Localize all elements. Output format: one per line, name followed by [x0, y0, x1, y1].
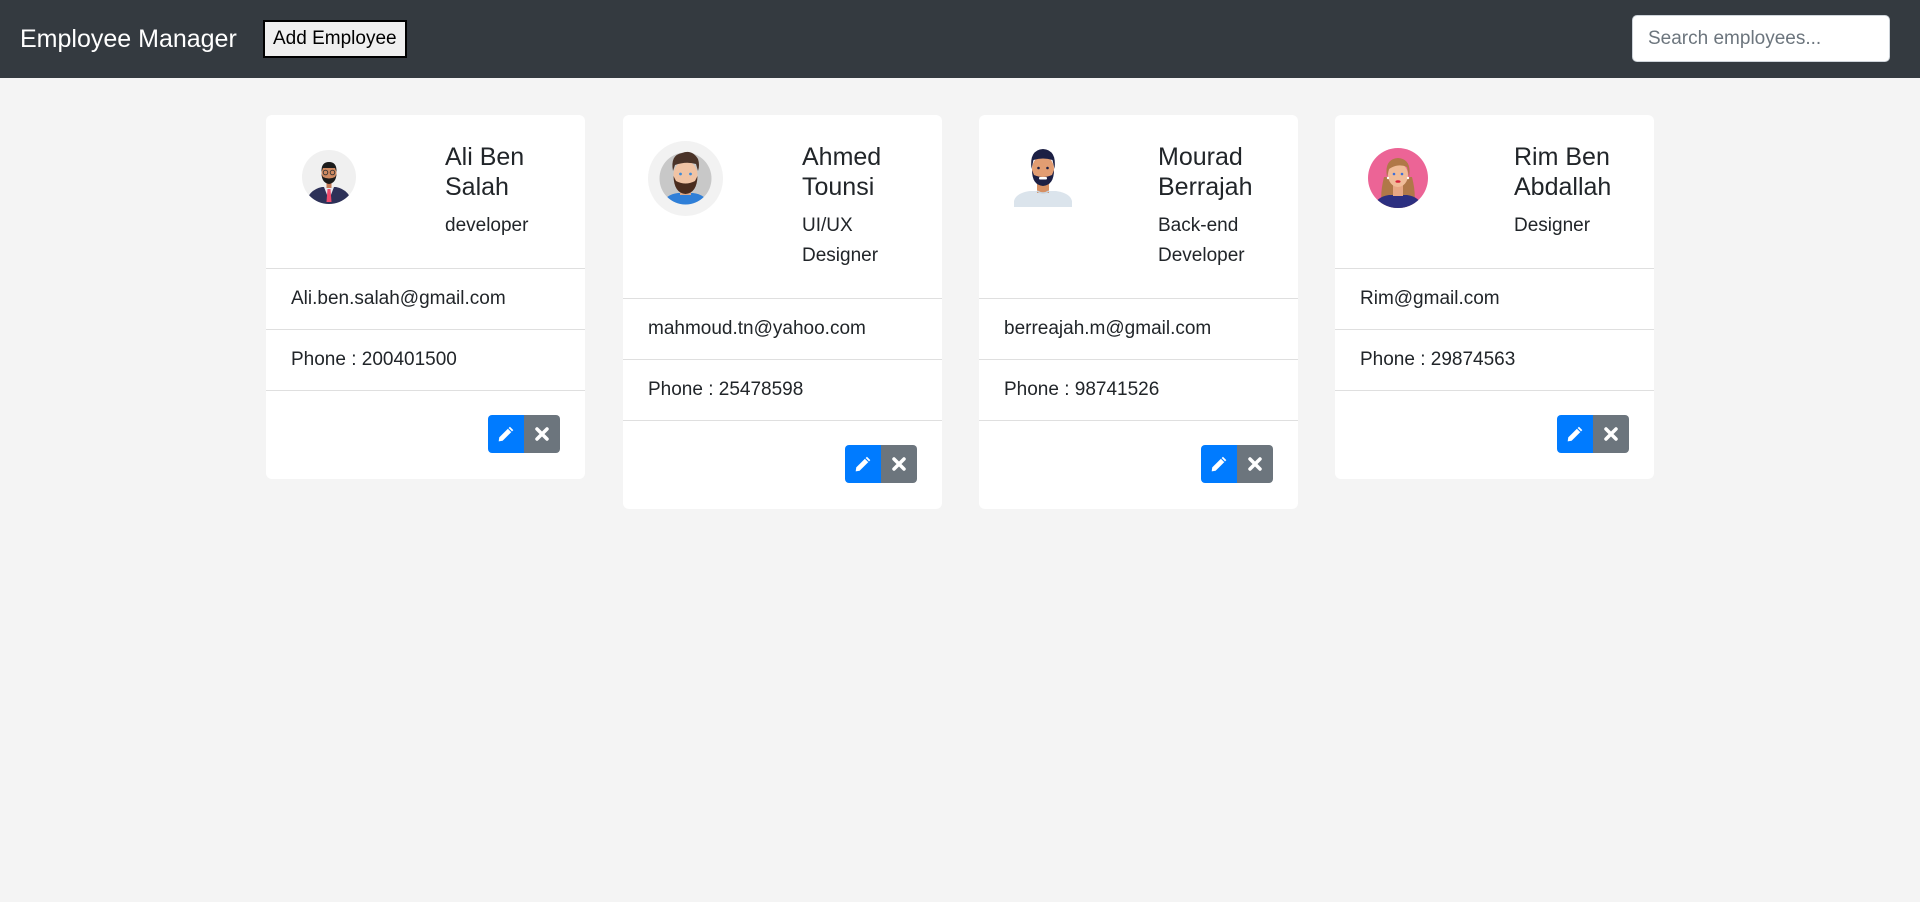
employee-role: Designer: [1514, 215, 1591, 236]
close-icon: [1604, 427, 1618, 441]
card-header: Rim Ben Abdallah Designer: [1335, 115, 1654, 268]
edit-button[interactable]: [1201, 445, 1237, 483]
employee-phone: Phone : 29874563: [1360, 349, 1516, 370]
avatar: [648, 141, 723, 221]
card-actions: [623, 421, 942, 509]
card-actions: [266, 391, 585, 479]
action-button-group: [1201, 445, 1273, 483]
avatar: [1012, 145, 1074, 212]
employee-card: Ali Ben Salah developer Ali.ben.salah@gm…: [266, 115, 585, 479]
employee-phone: Phone : 98741526: [1004, 379, 1160, 400]
search-input[interactable]: [1632, 15, 1890, 62]
woman-avatar-icon: [1368, 148, 1428, 208]
employee-email: Rim@gmail.com: [1360, 288, 1500, 309]
pencil-icon: [1567, 426, 1583, 442]
card-header: Ali Ben Salah developer: [266, 115, 585, 268]
edit-button[interactable]: [488, 415, 524, 453]
employee-name: Ali Ben Salah: [445, 143, 525, 201]
employee-name: Rim Ben Abdallah: [1514, 143, 1612, 201]
pencil-icon: [498, 426, 514, 442]
employee-role: developer: [445, 215, 529, 236]
pencil-icon: [1211, 456, 1227, 472]
employee-phone: Phone : 25478598: [648, 379, 804, 400]
card-actions: [1335, 391, 1654, 479]
delete-button[interactable]: [1237, 445, 1273, 483]
pencil-icon: [855, 456, 871, 472]
delete-button[interactable]: [1593, 415, 1629, 453]
action-button-group: [1557, 415, 1629, 453]
action-button-group: [845, 445, 917, 483]
employee-role: UI/UX Designer: [802, 215, 879, 266]
card-header: Ahmed Tounsi UI/UX Designer: [623, 115, 942, 298]
card-header: Mourad Berrajah Back-end Developer: [979, 115, 1298, 298]
employee-name: Ahmed Tounsi: [802, 143, 882, 201]
employee-email: mahmoud.tn@yahoo.com: [648, 318, 866, 339]
man-suit-glasses-avatar-icon: [302, 150, 356, 204]
avatar: [302, 150, 356, 209]
brand-title[interactable]: Employee Manager: [20, 22, 237, 56]
close-icon: [1248, 457, 1262, 471]
employee-role: Back-end Developer: [1158, 215, 1245, 266]
delete-button[interactable]: [524, 415, 560, 453]
close-icon: [535, 427, 549, 441]
employee-card: Mourad Berrajah Back-end Developer berre…: [979, 115, 1298, 509]
add-employee-button[interactable]: Add Employee: [263, 20, 407, 58]
delete-button[interactable]: [881, 445, 917, 483]
employee-card: Rim Ben Abdallah Designer Rim@gmail.com …: [1335, 115, 1654, 479]
employee-email: Ali.ben.salah@gmail.com: [291, 288, 506, 309]
avatar: [1367, 147, 1429, 214]
edit-button[interactable]: [1557, 415, 1593, 453]
bearded-man-avatar-icon: [648, 141, 723, 216]
action-button-group: [488, 415, 560, 453]
card-actions: [979, 421, 1298, 509]
close-icon: [892, 457, 906, 471]
employee-phone: Phone : 200401500: [291, 349, 457, 370]
man-beard-tshirt-avatar-icon: [1014, 149, 1072, 207]
employee-email: berreajah.m@gmail.com: [1004, 318, 1212, 339]
navbar: Employee Manager Add Employee: [0, 0, 1920, 78]
edit-button[interactable]: [845, 445, 881, 483]
employee-card: Ahmed Tounsi UI/UX Designer mahmoud.tn@y…: [623, 115, 942, 509]
employee-name: Mourad Berrajah: [1158, 143, 1253, 201]
